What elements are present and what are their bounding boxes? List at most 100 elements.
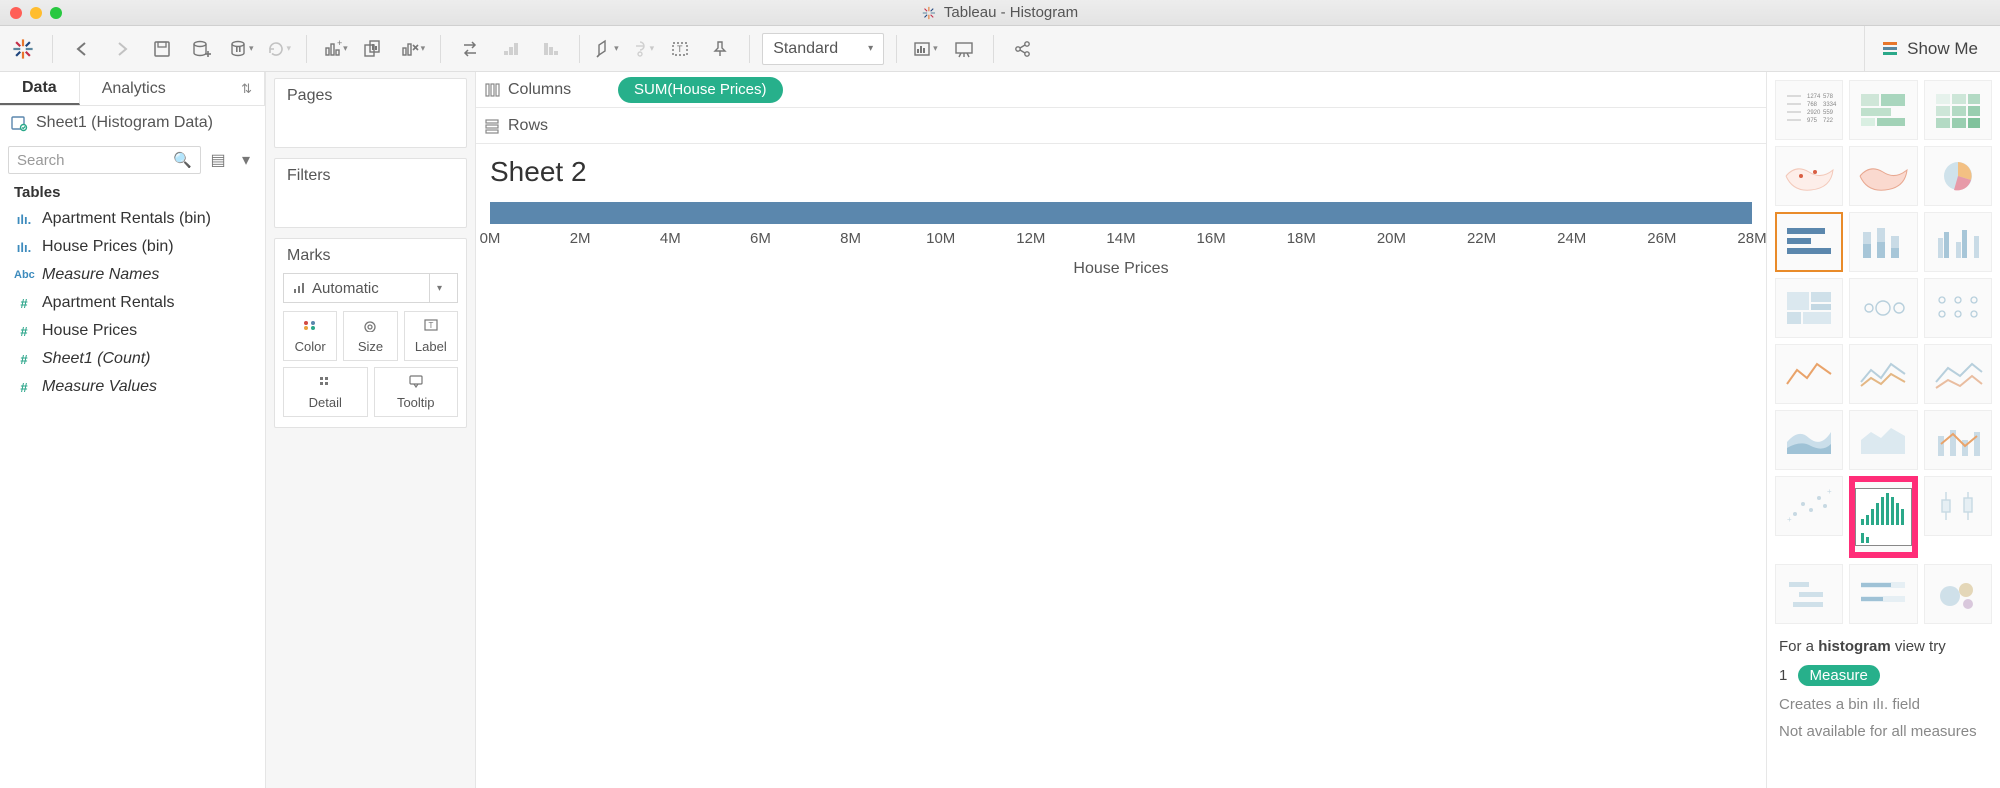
showme-treemap[interactable] bbox=[1775, 278, 1843, 338]
sort-descending-button[interactable] bbox=[533, 32, 567, 66]
show-me-hint: For a histogram view try 1 Measure Creat… bbox=[1775, 638, 1992, 740]
datasource-item[interactable]: Sheet1 (Histogram Data) bbox=[0, 106, 265, 140]
showme-area-discrete[interactable] bbox=[1849, 410, 1917, 470]
highlight-button[interactable]: ▾ bbox=[592, 32, 622, 66]
tab-analytics[interactable]: Analytics⇅ bbox=[80, 72, 265, 105]
close-window-button[interactable] bbox=[10, 7, 22, 19]
marks-tooltip-button[interactable]: Tooltip bbox=[374, 367, 459, 417]
marks-label-button[interactable]: TLabel bbox=[404, 311, 458, 361]
showme-horizontal-bar[interactable] bbox=[1775, 212, 1843, 272]
search-input[interactable]: Search 🔍 bbox=[8, 146, 201, 174]
showme-area-continuous[interactable] bbox=[1775, 410, 1843, 470]
marks-size-label: Size bbox=[358, 339, 383, 354]
mark-type-dropdown[interactable]: Automatic ▾ bbox=[283, 273, 458, 303]
presentation-mode-button[interactable] bbox=[947, 32, 981, 66]
field-measure-values[interactable]: #Measure Values bbox=[0, 373, 265, 401]
columns-pill-sum-house-prices[interactable]: SUM(House Prices) bbox=[618, 77, 783, 103]
x-axis-title[interactable]: House Prices bbox=[490, 260, 1752, 278]
field-apartment-rentals-bin[interactable]: ılı.Apartment Rentals (bin) bbox=[0, 205, 265, 233]
swap-rows-columns-button[interactable] bbox=[453, 32, 487, 66]
sheet-title[interactable]: Sheet 2 bbox=[476, 144, 1766, 192]
marks-color-button[interactable]: Color bbox=[283, 311, 337, 361]
tab-data[interactable]: Data bbox=[0, 72, 80, 105]
showme-gantt[interactable] bbox=[1775, 564, 1843, 624]
data-pane-menu-button[interactable]: ▾ bbox=[235, 149, 257, 171]
showme-heatmap[interactable] bbox=[1849, 80, 1917, 140]
pause-autoupdate-button[interactable]: ▾ bbox=[225, 32, 257, 66]
save-button[interactable] bbox=[145, 32, 179, 66]
sort-ascending-button[interactable] bbox=[493, 32, 527, 66]
share-button[interactable] bbox=[1006, 32, 1040, 66]
field-sheet1-count[interactable]: #Sheet1 (Count) bbox=[0, 345, 265, 373]
columns-shelf[interactable]: Columns SUM(House Prices) bbox=[476, 72, 1766, 108]
view-as-list-button[interactable]: ▤ bbox=[207, 149, 229, 171]
field-house-prices-bin[interactable]: ılı.House Prices (bin) bbox=[0, 233, 265, 261]
new-worksheet-button[interactable]: +▾ bbox=[319, 32, 351, 66]
chart-viewport[interactable]: 0M2M4M6M8M10M12M14M16M18M20M22M24M26M28M… bbox=[476, 192, 1766, 278]
svg-text:+: + bbox=[337, 39, 342, 48]
automatic-mark-icon bbox=[292, 281, 306, 295]
tableau-logo-button[interactable] bbox=[6, 32, 40, 66]
color-icon bbox=[301, 318, 319, 336]
x-tick: 16M bbox=[1197, 230, 1226, 247]
x-tick: 14M bbox=[1106, 230, 1135, 247]
showme-stacked-bar[interactable] bbox=[1849, 212, 1917, 272]
marks-detail-button[interactable]: Detail bbox=[283, 367, 368, 417]
field-measure-names[interactable]: AbcMeasure Names bbox=[0, 261, 265, 289]
field-house-prices[interactable]: #House Prices bbox=[0, 317, 265, 345]
showme-line-discrete[interactable] bbox=[1849, 344, 1917, 404]
showme-side-by-side-bar[interactable] bbox=[1924, 212, 1992, 272]
svg-text:578: 578 bbox=[1823, 94, 1834, 100]
showme-packed-bubbles[interactable] bbox=[1924, 564, 1992, 624]
showme-dual-line[interactable] bbox=[1924, 344, 1992, 404]
zoom-window-button[interactable] bbox=[50, 7, 62, 19]
forward-button[interactable] bbox=[105, 32, 139, 66]
show-hide-cards-button[interactable]: ▾ bbox=[909, 32, 941, 66]
svg-text:559: 559 bbox=[1823, 110, 1834, 116]
x-tick: 6M bbox=[750, 230, 771, 247]
rows-shelf[interactable]: Rows bbox=[476, 108, 1766, 144]
showme-bullet[interactable] bbox=[1849, 564, 1917, 624]
showme-histogram[interactable] bbox=[1849, 476, 1917, 558]
showme-symbol-map[interactable] bbox=[1775, 146, 1843, 206]
group-button[interactable]: ▾ bbox=[628, 32, 658, 66]
tab-data-label: Data bbox=[22, 79, 57, 97]
showme-circle-views[interactable] bbox=[1849, 278, 1917, 338]
duplicate-sheet-button[interactable] bbox=[357, 32, 391, 66]
marks-label: Marks bbox=[275, 239, 466, 273]
marks-label-label: Label bbox=[415, 339, 447, 354]
showme-scatter[interactable]: ++ bbox=[1775, 476, 1843, 536]
measure-pill: Measure bbox=[1798, 665, 1880, 686]
svg-text:+: + bbox=[1787, 515, 1792, 524]
showme-text-table[interactable]: 127457876833342920559975722 bbox=[1775, 80, 1843, 140]
show-me-button[interactable]: Show Me bbox=[1864, 26, 1994, 71]
back-button[interactable] bbox=[65, 32, 99, 66]
minimize-window-button[interactable] bbox=[30, 7, 42, 19]
pages-shelf[interactable]: Pages bbox=[274, 78, 467, 148]
measure-icon: # bbox=[14, 380, 34, 395]
show-mark-labels-button[interactable]: T bbox=[663, 32, 697, 66]
filters-shelf[interactable]: Filters bbox=[274, 158, 467, 228]
showme-dual-combination[interactable] bbox=[1924, 410, 1992, 470]
showme-side-by-side-circles[interactable] bbox=[1924, 278, 1992, 338]
fit-mode-dropdown[interactable]: Standard ▾ bbox=[762, 33, 884, 65]
pin-button[interactable] bbox=[703, 32, 737, 66]
field-label: Apartment Rentals bbox=[42, 294, 175, 312]
bin-mini-icon: ılı. bbox=[1872, 696, 1888, 713]
showme-highlight-table[interactable] bbox=[1924, 80, 1992, 140]
bar-mark[interactable] bbox=[490, 202, 1752, 224]
field-apartment-rentals[interactable]: #Apartment Rentals bbox=[0, 289, 265, 317]
showme-filled-map[interactable] bbox=[1849, 146, 1917, 206]
x-tick: 18M bbox=[1287, 230, 1316, 247]
x-axis[interactable]: 0M2M4M6M8M10M12M14M16M18M20M22M24M26M28M bbox=[490, 230, 1752, 254]
refresh-button[interactable]: ▾ bbox=[263, 32, 295, 66]
showme-box-and-whisker[interactable] bbox=[1924, 476, 1992, 536]
x-tick: 28M bbox=[1737, 230, 1766, 247]
marks-size-button[interactable]: Size bbox=[343, 311, 397, 361]
clear-sheet-button[interactable]: ▾ bbox=[397, 32, 429, 66]
size-icon bbox=[361, 318, 379, 336]
pages-label: Pages bbox=[275, 79, 466, 113]
showme-pie[interactable] bbox=[1924, 146, 1992, 206]
showme-line-continuous[interactable] bbox=[1775, 344, 1843, 404]
new-datasource-button[interactable] bbox=[185, 32, 219, 66]
